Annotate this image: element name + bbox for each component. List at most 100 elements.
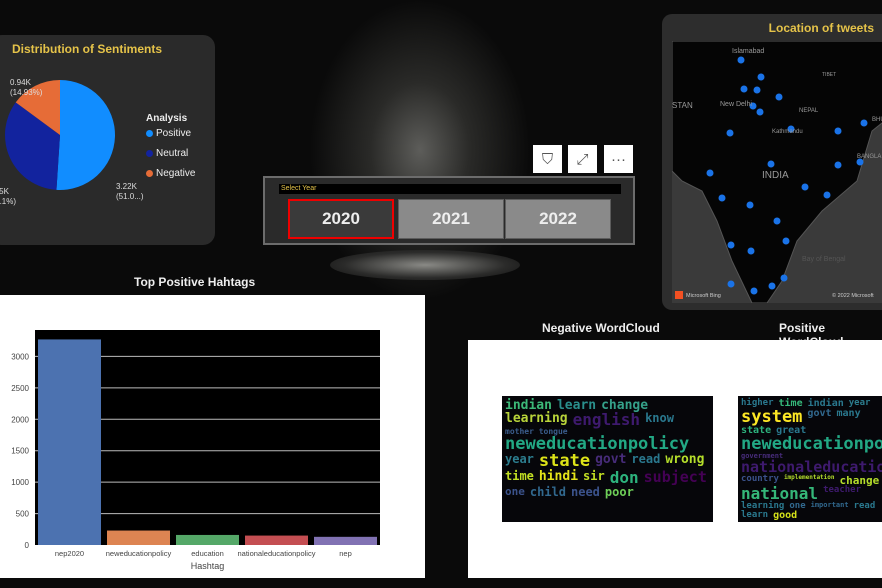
tweet-location-dot[interactable] <box>801 183 809 191</box>
x-tick-label: nep <box>339 549 352 558</box>
tweet-location-dot[interactable] <box>726 129 734 137</box>
bar-nationaleducationpolicy[interactable] <box>245 535 308 545</box>
bar-nep[interactable] <box>314 536 377 545</box>
x-tick-label: neweducationpolicy <box>106 549 172 558</box>
wordcloud-word: sir <box>583 469 605 483</box>
bar-nep2020[interactable] <box>38 339 101 545</box>
map-label: New Delhi <box>720 101 752 108</box>
wordcloud-word: neweducationpolicy <box>741 434 882 454</box>
wordcloud-word: read <box>853 501 876 511</box>
y-tick-label: 0 <box>25 541 30 550</box>
map-title: Location of tweets <box>768 21 874 35</box>
sentiment-distribution-card[interactable]: Distribution of Sentiments 0.94K (14.93%)… <box>0 35 215 245</box>
tweet-location-dot[interactable] <box>860 119 868 127</box>
y-tick-label: 1000 <box>11 478 29 487</box>
legend-label: Neutral <box>156 148 189 159</box>
wordcloud-word: learning <box>505 411 568 426</box>
positive-dot-icon <box>146 130 153 137</box>
year-2021-button[interactable]: 2021 <box>398 199 504 239</box>
wordcloud-word: hindi <box>538 469 579 484</box>
negative-count: 0.94K <box>10 78 31 87</box>
negative-percent: (14.93%) <box>10 88 43 97</box>
map-label: Bay of Bengal <box>802 256 846 263</box>
sentiment-legend: Analysis Positive Neutral Negative <box>146 113 195 188</box>
tweet-location-dot[interactable] <box>767 160 775 168</box>
legend-label: Positive <box>156 128 192 139</box>
tweet-location-dot[interactable] <box>737 56 745 64</box>
wordcloud-word: subject <box>643 468 707 486</box>
bar-neweducationpolicy[interactable] <box>107 530 170 545</box>
y-tick-label: 3000 <box>11 352 29 361</box>
x-tick-label: nep2020 <box>55 549 84 558</box>
negative-wordcloud: indian learn change learning english know moth… <box>502 396 713 522</box>
wordcloud-word: year <box>505 452 534 466</box>
x-axis-label: Hashtag <box>191 561 225 571</box>
tweet-location-map[interactable]: Islamabad TIBET STAN New Delhi NEPAL Kathmand… <box>672 41 882 303</box>
neutral-count: 2.15K <box>0 187 9 196</box>
filter-button[interactable]: ⛉ <box>533 145 562 173</box>
legend-item-negative[interactable]: Negative <box>146 168 195 179</box>
bing-logo: Microsoft Bing <box>686 293 721 299</box>
positive-wordcloud: higher time indian year system govt many state g… <box>738 396 882 522</box>
tweet-location-dot[interactable] <box>756 108 764 116</box>
bar-education[interactable] <box>176 534 239 545</box>
hashtag-chart-panel: 0 500 1000 1500 2000 2500 3000 nep2020 neweducat… <box>0 295 425 578</box>
location-map-card[interactable]: Location of tweets Islamabad TIBET STAN New… <box>662 14 882 310</box>
tweet-location-dot[interactable] <box>834 127 842 135</box>
wordcloud-word: don <box>609 468 639 487</box>
year-2022-button[interactable]: 2022 <box>505 199 611 239</box>
wordcloud-word: many <box>836 408 861 419</box>
wordcloud-word: learn <box>741 510 769 520</box>
legend-item-positive[interactable]: Positive <box>146 128 195 139</box>
tweet-location-dot[interactable] <box>746 201 754 209</box>
x-tick-label: nationaleducationpolicy <box>238 549 316 558</box>
tweet-location-dot[interactable] <box>706 169 714 177</box>
map-label: BHU <box>872 117 882 123</box>
wordcloud-word: state <box>538 451 591 471</box>
y-tick-label: 2000 <box>11 415 29 424</box>
wordcloud-panel: indian learn change learning english know moth… <box>468 340 882 578</box>
wordcloud-word: one <box>505 485 525 498</box>
tweet-location-dot[interactable] <box>750 287 758 295</box>
tweet-location-dot[interactable] <box>823 191 831 199</box>
background-light <box>330 250 520 280</box>
wordcloud-word: time <box>505 469 534 483</box>
map-copyright: © 2022 Microsoft <box>832 292 874 299</box>
map-label: TIBET <box>822 72 836 78</box>
tweet-location-dot[interactable] <box>727 280 735 288</box>
year-slicer[interactable]: Select Year 2020 2021 2022 <box>263 176 635 245</box>
tweet-location-dot[interactable] <box>718 194 726 202</box>
neutral-value-label: 2.15K(34.1%) <box>0 187 16 207</box>
year-2020-button[interactable]: 2020 <box>288 199 394 239</box>
tweet-location-dot[interactable] <box>727 241 735 249</box>
tweet-location-dot[interactable] <box>747 247 755 255</box>
slicer-title: Select Year <box>279 184 621 194</box>
more-options-button[interactable]: ··· <box>604 145 633 173</box>
legend-item-neutral[interactable]: Neutral <box>146 148 195 159</box>
wordcloud-word: govt <box>807 408 832 419</box>
tweet-location-dot[interactable] <box>775 93 783 101</box>
neutral-percent: (34.1%) <box>0 197 17 206</box>
map-label: BANGLA <box>857 154 881 160</box>
wordcloud-word: need <box>571 485 600 499</box>
tweet-location-dot[interactable] <box>768 282 776 290</box>
tweet-location-dot[interactable] <box>757 73 765 81</box>
wordcloud-word: good <box>773 510 798 521</box>
focus-mode-icon: ⤢ <box>576 150 589 168</box>
positive-count: 3.22K <box>116 182 137 191</box>
wordcloud-word: know <box>645 411 674 425</box>
tweet-location-dot[interactable] <box>780 274 788 282</box>
tweet-location-dot[interactable] <box>782 237 790 245</box>
tweet-location-dot[interactable] <box>834 161 842 169</box>
pie-slice-positive[interactable] <box>56 80 115 190</box>
focus-mode-button[interactable]: ⤢ <box>568 145 597 173</box>
map-label: STAN <box>672 101 693 110</box>
tweet-location-dot[interactable] <box>753 86 761 94</box>
negative-wordcloud-title: Negative WordCloud <box>542 321 660 335</box>
wordcloud-word: teacher <box>823 485 861 495</box>
positive-value-label: 3.22K (51.0...) <box>116 182 144 202</box>
tweet-location-dot[interactable] <box>773 217 781 225</box>
map-label: INDIA <box>762 170 789 181</box>
tweet-location-dot[interactable] <box>740 85 748 93</box>
wordcloud-word: national <box>741 484 819 503</box>
